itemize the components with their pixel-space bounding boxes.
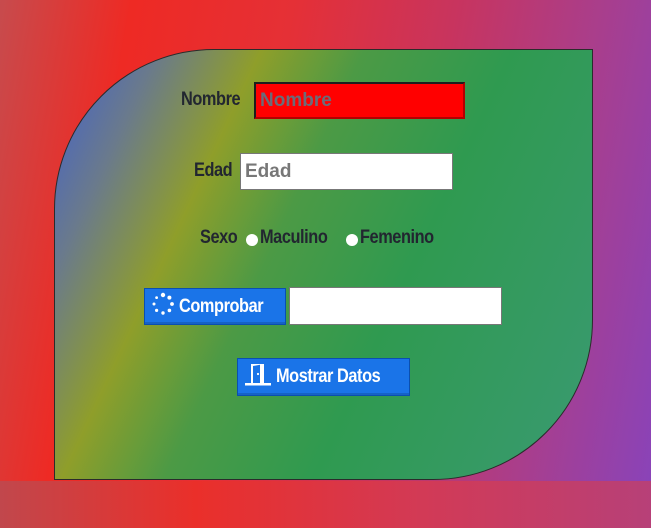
comprobar-result-field[interactable] bbox=[289, 287, 502, 325]
radio-femenino[interactable] bbox=[346, 234, 358, 246]
radio-masculino-label: Maculino bbox=[260, 227, 328, 248]
mostrar-datos-button[interactable]: Mostrar Datos bbox=[237, 358, 410, 396]
page-footer-strip bbox=[0, 481, 651, 528]
edad-label: Edad bbox=[194, 160, 233, 181]
nombre-input[interactable] bbox=[254, 82, 465, 119]
comprobar-button-label: Comprobar bbox=[179, 295, 264, 317]
sexo-label: Sexo bbox=[200, 227, 238, 248]
spinner-icon bbox=[151, 292, 175, 322]
door-icon bbox=[244, 362, 272, 392]
radio-femenino-label: Femenino bbox=[360, 227, 434, 248]
comprobar-button[interactable]: Comprobar bbox=[144, 288, 286, 325]
edad-input[interactable] bbox=[240, 153, 453, 190]
nombre-label: Nombre bbox=[181, 89, 241, 110]
radio-masculino[interactable] bbox=[246, 234, 258, 246]
mostrar-datos-button-label: Mostrar Datos bbox=[276, 366, 381, 387]
